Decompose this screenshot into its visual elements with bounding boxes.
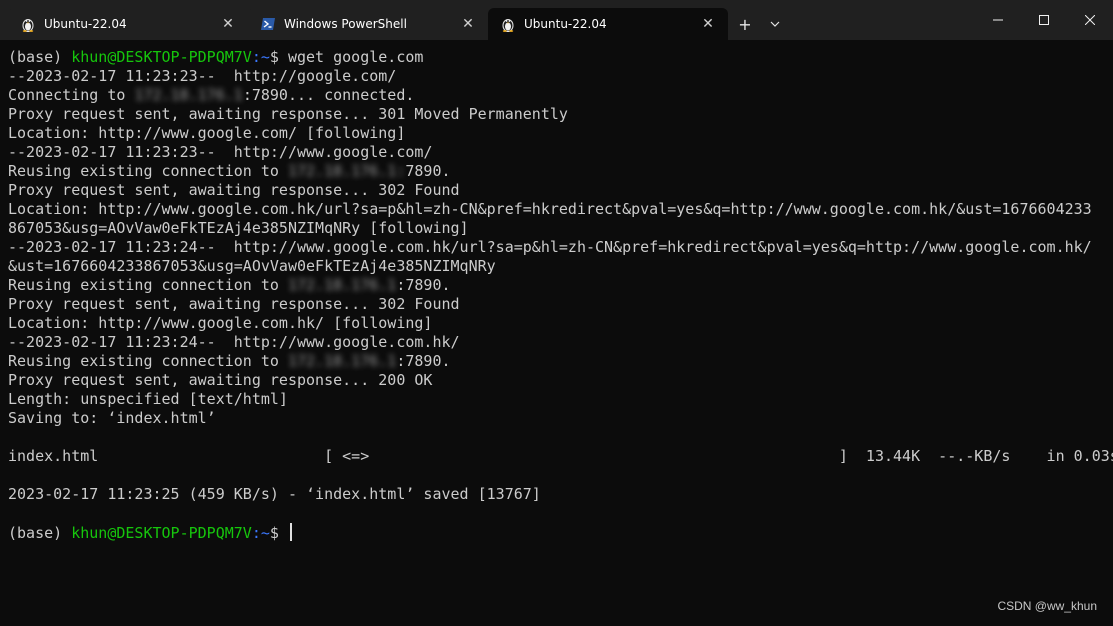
- tab-ubuntu-2-active[interactable]: Ubuntu-22.04 ✕: [488, 8, 728, 40]
- tab-strip: Ubuntu-22.04 ✕ Windows PowerShell ✕ Ubun…: [0, 0, 790, 40]
- minimize-button[interactable]: [975, 0, 1021, 40]
- terminal-output[interactable]: (base) khun@DESKTOP-PDPQM7V:~$ wget goog…: [0, 40, 1113, 626]
- redacted-ip: 172.18.176.1: [287, 276, 397, 294]
- minimize-icon: [993, 19, 1003, 21]
- window-controls: [975, 0, 1113, 40]
- maximize-icon: [1039, 15, 1049, 25]
- terminal-line: 867053&usg=AOvVaw0eFkTEzAj4e385NZIMqNRy …: [8, 219, 469, 237]
- prompt-user-host: khun@DESKTOP-PDPQM7V: [71, 48, 252, 66]
- prompt-path: :~: [251, 524, 270, 542]
- download-progress-line: index.html [ <=> ] 13.44K --.-KB/s in 0.…: [8, 447, 1113, 465]
- terminal-line: Location: http://www.google.com.hk/ [fol…: [8, 314, 433, 332]
- tab-dropdown-button[interactable]: [760, 10, 790, 38]
- title-bar: Ubuntu-22.04 ✕ Windows PowerShell ✕ Ubun…: [0, 0, 1113, 40]
- terminal-line: Location: http://www.google.com.hk/url?s…: [8, 200, 1092, 218]
- tab-title: Ubuntu-22.04: [524, 17, 607, 31]
- tab-title: Windows PowerShell: [284, 17, 407, 31]
- terminal-line: Proxy request sent, awaiting response...…: [8, 295, 460, 313]
- terminal-line: Proxy request sent, awaiting response...…: [8, 105, 568, 123]
- close-icon: [1085, 15, 1095, 25]
- line-text: :7890... connected.: [242, 86, 415, 104]
- redacted-ip: 172.18.176.1: [134, 86, 243, 104]
- new-tab-button[interactable]: +: [730, 10, 760, 38]
- terminal-line: Proxy request sent, awaiting response...…: [8, 371, 433, 389]
- line-text: Connecting to: [8, 86, 135, 104]
- terminal-line: Proxy request sent, awaiting response...…: [8, 181, 460, 199]
- tab-ubuntu-1[interactable]: Ubuntu-22.04 ✕: [8, 8, 248, 40]
- terminal-line: (base) khun@DESKTOP-PDPQM7V:~$: [8, 523, 1113, 542]
- line-text: Reusing existing connection to: [8, 352, 288, 370]
- text-cursor: [289, 523, 292, 541]
- line-text: :7890.: [396, 276, 451, 294]
- chevron-down-icon: [770, 21, 780, 27]
- terminal-line: Location: http://www.google.com/ [follow…: [8, 124, 406, 142]
- line-text: 7890.: [405, 162, 451, 180]
- command-text: wget google.com: [287, 48, 424, 66]
- terminal-line: Saving to: ‘index.html’: [8, 409, 216, 427]
- terminal-line: Reusing existing connection to 172.18.17…: [8, 162, 1113, 181]
- powershell-icon: [260, 16, 276, 32]
- terminal-line: Length: unspecified [text/html]: [8, 390, 288, 408]
- linux-tux-icon: [500, 16, 516, 32]
- terminal-line: --2023-02-17 11:23:24-- http://www.googl…: [8, 333, 460, 351]
- prompt-user-host: khun@DESKTOP-PDPQM7V: [71, 524, 252, 542]
- prompt-path: :~: [251, 48, 270, 66]
- redacted-ip: 172.18.176.1: [287, 352, 397, 370]
- terminal-line: Reusing existing connection to 172.18.17…: [8, 276, 1113, 295]
- prompt-symbol: $: [269, 48, 288, 66]
- terminal-line: Reusing existing connection to 172.18.17…: [8, 352, 1113, 371]
- close-icon[interactable]: ✕: [698, 14, 718, 34]
- line-text: :7890.: [396, 352, 451, 370]
- terminal-line: --2023-02-17 11:23:24-- http://www.googl…: [8, 238, 1092, 256]
- line-text: Reusing existing connection to: [8, 162, 288, 180]
- terminal-line: &ust=1676604233867053&usg=AOvVaw0eFkTEzA…: [8, 257, 496, 275]
- conda-env: (base): [8, 524, 72, 542]
- line-text: Reusing existing connection to: [8, 276, 288, 294]
- tab-title: Ubuntu-22.04: [44, 17, 127, 31]
- tab-powershell[interactable]: Windows PowerShell ✕: [248, 8, 488, 40]
- close-icon[interactable]: ✕: [458, 14, 478, 34]
- watermark: CSDN @ww_khun: [997, 599, 1097, 613]
- redacted-ip: 172.18.176.1:: [287, 162, 406, 180]
- terminal-window: Ubuntu-22.04 ✕ Windows PowerShell ✕ Ubun…: [0, 0, 1113, 626]
- terminal-line: --2023-02-17 11:23:23-- http://google.co…: [8, 67, 397, 85]
- conda-env: (base): [8, 48, 72, 66]
- terminal-line: Connecting to 172.18.176.1:7890... conne…: [8, 86, 1113, 105]
- terminal-line: 2023-02-17 11:23:25 (459 KB/s) - ‘index.…: [8, 485, 541, 503]
- close-window-button[interactable]: [1067, 0, 1113, 40]
- linux-tux-icon: [20, 16, 36, 32]
- maximize-button[interactable]: [1021, 0, 1067, 40]
- terminal-line: --2023-02-17 11:23:23-- http://www.googl…: [8, 143, 433, 161]
- prompt-symbol: $: [269, 524, 288, 542]
- tab-actions: +: [730, 8, 790, 40]
- close-icon[interactable]: ✕: [218, 14, 238, 34]
- terminal-line: (base) khun@DESKTOP-PDPQM7V:~$ wget goog…: [8, 48, 1113, 67]
